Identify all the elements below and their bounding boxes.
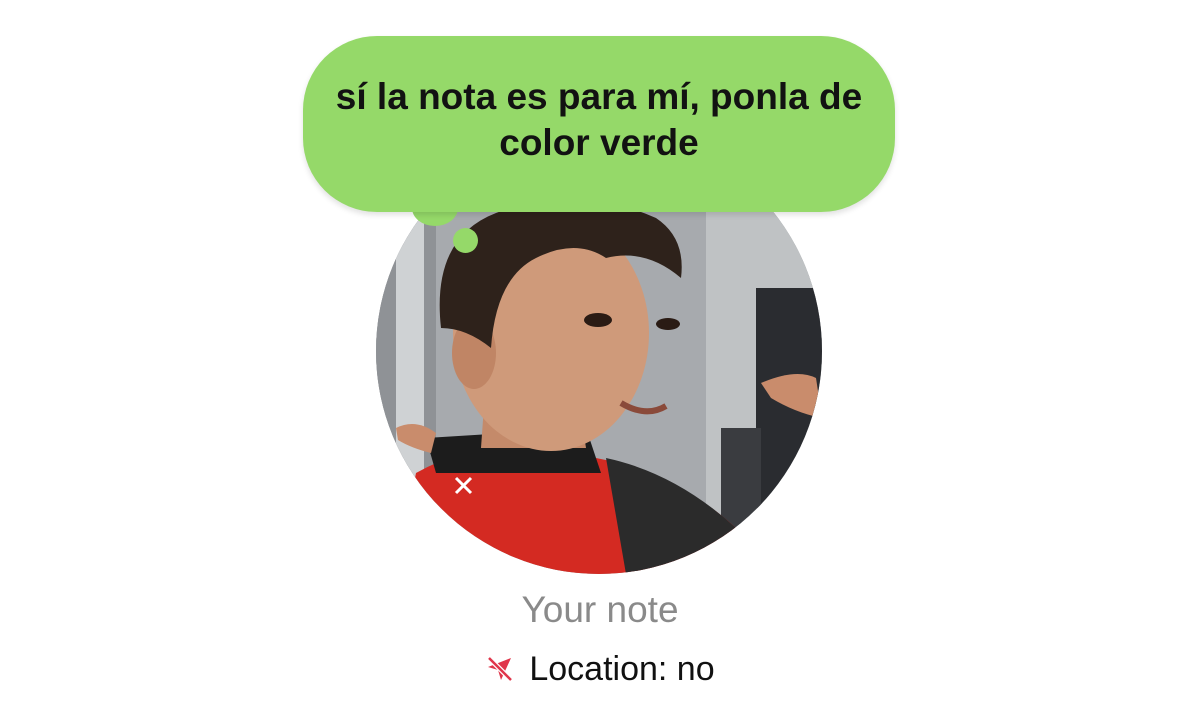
location-label: Location: no: [529, 650, 715, 688]
location-row[interactable]: Location: no: [0, 648, 1200, 690]
note-text: sí la nota es para mí, ponla de color ve…: [335, 76, 863, 163]
note-bubble[interactable]: sí la nota es para mí, ponla de color ve…: [303, 36, 895, 212]
note-bubble-tail-dot: [453, 228, 478, 253]
your-note-label[interactable]: Your note: [0, 588, 1200, 632]
location-off-icon: [485, 654, 515, 684]
